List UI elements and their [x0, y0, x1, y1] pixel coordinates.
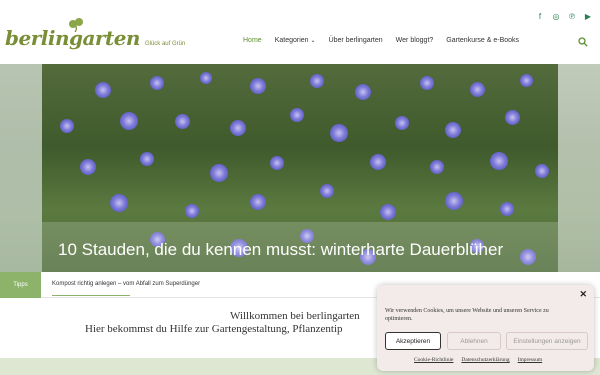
cookie-links: Cookie-Richtlinie Datenschutzerklärung I… — [414, 357, 542, 363]
geranium-flower — [120, 112, 138, 130]
geranium-flower — [200, 72, 212, 84]
cookie-banner: ✕ Wir verwenden Cookies, um unsere Websi… — [377, 285, 594, 371]
geranium-flower — [395, 116, 409, 130]
cookie-message: Wir verwenden Cookies, um unsere Website… — [385, 308, 549, 322]
geranium-flower — [535, 164, 549, 178]
geranium-flower — [445, 192, 463, 210]
geranium-flower — [445, 122, 461, 138]
geranium-flower — [310, 74, 324, 88]
facebook-icon[interactable]: f — [536, 13, 544, 21]
geranium-flower — [210, 164, 228, 182]
cookie-settings-button[interactable]: Einstellungen anzeigen — [506, 332, 588, 350]
geranium-flower — [175, 114, 190, 129]
geranium-flower — [430, 160, 444, 174]
geranium-flower — [490, 152, 508, 170]
geranium-flower — [320, 184, 334, 198]
logo-tagline: Glück auf Grün — [144, 41, 186, 47]
clover-leaf-icon — [69, 18, 83, 32]
geranium-flower — [420, 76, 434, 90]
geranium-flower — [185, 204, 199, 218]
geranium-flower — [250, 194, 266, 210]
geranium-flower — [110, 194, 128, 212]
geranium-flower — [290, 108, 304, 122]
imprint-link[interactable]: Impressum — [518, 357, 542, 363]
accept-cookies-button[interactable]: Akzeptieren — [385, 332, 441, 350]
search-icon[interactable] — [578, 37, 588, 47]
nav-item-gartenkurse[interactable]: Gartenkurse & e-Books — [446, 37, 519, 44]
instagram-icon[interactable]: ◎ — [552, 13, 560, 21]
nav-item-wer-bloggt[interactable]: Wer bloggt? — [396, 37, 434, 44]
geranium-flower — [520, 74, 533, 87]
hero-title[interactable]: 10 Stauden, die du kennen musst: winterh… — [58, 240, 503, 260]
deny-cookies-button[interactable]: Ablehnen — [447, 332, 501, 350]
chevron-down-icon: ⌄ — [310, 38, 316, 44]
nav-item-label: Kategorien — [274, 37, 309, 44]
welcome-heading: Willkommen bei berlingarten — [230, 310, 360, 322]
geranium-flower — [150, 76, 164, 90]
ticker-link[interactable]: Kompost richtig anlegen – vom Abfall zum… — [52, 281, 200, 287]
geranium-flower — [505, 110, 520, 125]
ticker-label: Tipps — [0, 272, 41, 298]
geranium-flower — [140, 152, 154, 166]
geranium-flower — [500, 202, 514, 216]
welcome-subheading: Hier bekommst du Hilfe zur Gartengestalt… — [85, 323, 343, 335]
geranium-flower — [330, 124, 348, 142]
close-icon[interactable]: ✕ — [579, 289, 587, 300]
nav-item-kategorien[interactable]: Kategorien ⌄ — [275, 37, 316, 44]
geranium-flower — [270, 156, 284, 170]
geranium-flower — [250, 78, 266, 94]
geranium-flower — [95, 82, 111, 98]
geranium-flower — [80, 159, 96, 175]
main-navigation: Home Kategorien ⌄ Über berlingarten Wer b… — [243, 37, 532, 44]
geranium-flower — [470, 82, 485, 97]
nav-item-ueber[interactable]: Über berlingarten — [329, 37, 383, 44]
site-header: berlingarten Glück auf Grün f ◎ ℗ ▶ Home… — [0, 0, 600, 64]
hero-side-image-left — [0, 64, 42, 272]
privacy-link[interactable]: Datenschutzerklärung — [461, 357, 509, 363]
youtube-icon[interactable]: ▶ — [584, 13, 592, 21]
pinterest-icon[interactable]: ℗ — [568, 13, 576, 21]
geranium-flower — [60, 119, 74, 133]
ticker-underline — [52, 295, 130, 296]
social-links: f ◎ ℗ ▶ — [536, 13, 592, 21]
geranium-flower — [380, 204, 396, 220]
geranium-flower — [230, 120, 246, 136]
geranium-flower — [370, 154, 386, 170]
hero-banner[interactable]: 10 Stauden, die du kennen musst: winterh… — [0, 64, 600, 272]
hero-side-image-right — [558, 64, 600, 272]
cookie-policy-link[interactable]: Cookie-Richtlinie — [414, 357, 453, 363]
nav-item-home[interactable]: Home — [243, 37, 262, 44]
geranium-flower — [355, 84, 371, 100]
site-logo[interactable]: berlingarten Glück auf Grün — [5, 18, 186, 50]
